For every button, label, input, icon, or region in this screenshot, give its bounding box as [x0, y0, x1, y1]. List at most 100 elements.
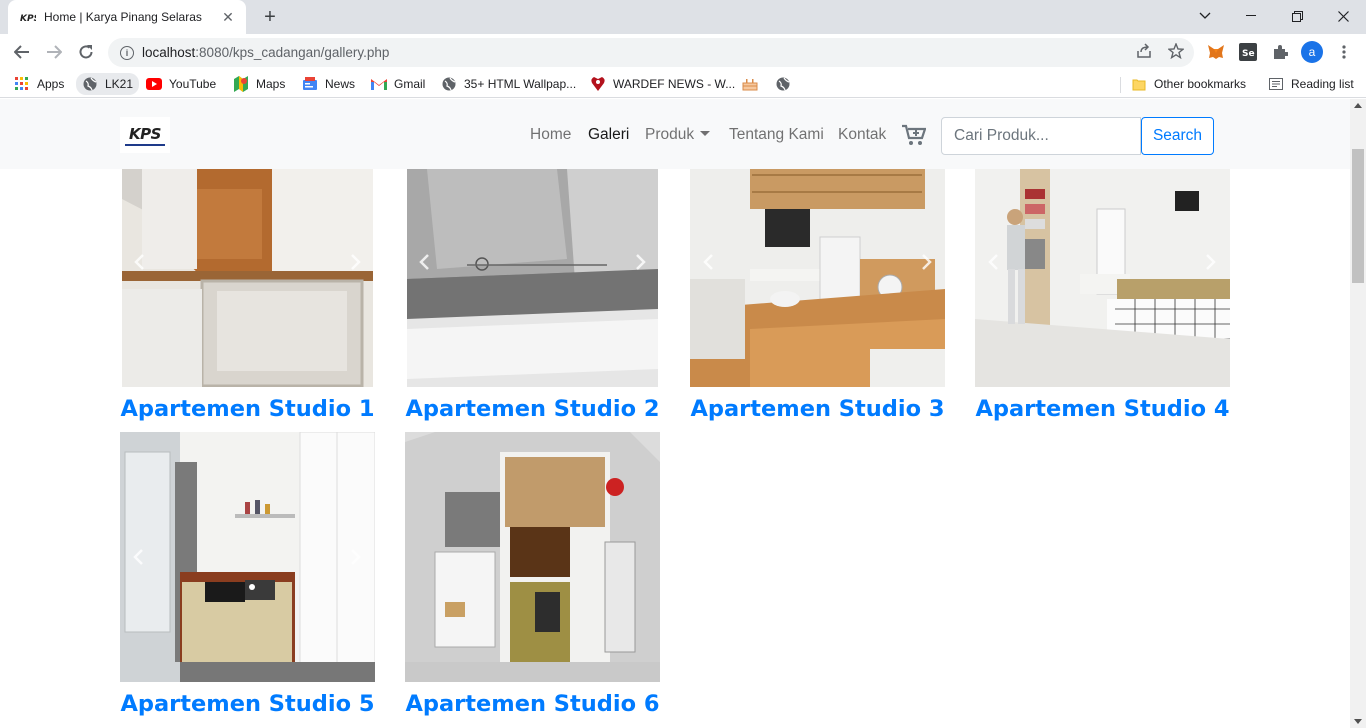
cake-icon	[742, 76, 758, 92]
bookmark-cake[interactable]	[742, 75, 765, 93]
nav-kontak[interactable]: Kontak	[838, 126, 886, 144]
forward-icon[interactable]	[42, 40, 66, 64]
gallery-caption-6[interactable]: Apartemen Studio 6	[405, 691, 660, 717]
wardef-icon	[590, 76, 606, 92]
url-host: localhost	[142, 45, 196, 60]
apps-grid-icon	[14, 76, 30, 92]
nav-produk-label: Produk	[645, 126, 695, 143]
bookmark-globe[interactable]	[775, 75, 798, 93]
browser-tab[interactable]: KPS Home | Karya Pinang Selaras ✕	[8, 0, 246, 34]
nav-tentang-kami[interactable]: Tentang Kami	[729, 126, 824, 144]
tab-close-icon[interactable]: ✕	[220, 9, 236, 26]
gallery-caption-2[interactable]: Apartemen Studio 2	[405, 396, 660, 422]
gallery-image-4	[975, 169, 1230, 387]
bookmark-youtube[interactable]: YouTube	[146, 75, 216, 93]
news-icon	[302, 76, 318, 92]
reading-list-icon	[1268, 76, 1284, 92]
gallery-caption-3[interactable]: Apartemen Studio 3	[690, 396, 945, 422]
browser-tabstrip: KPS Home | Karya Pinang Selaras ✕ +	[0, 0, 1366, 34]
svg-text:KPS: KPS	[20, 14, 36, 22]
gallery-image-6	[405, 432, 660, 682]
address-bar[interactable]: i localhost:8080/kps_cadangan/gallery.ph…	[108, 38, 1194, 67]
carousel-prev-icon[interactable]	[700, 253, 718, 271]
search-input[interactable]	[941, 117, 1141, 155]
search-button[interactable]: Search	[1141, 117, 1214, 155]
bookmark-label: WARDEF NEWS - W...	[613, 77, 736, 91]
bookmark-apps[interactable]: Apps	[14, 75, 64, 93]
other-bookmarks[interactable]: Other bookmarks	[1131, 75, 1246, 93]
reading-list[interactable]: Reading list	[1268, 75, 1354, 93]
chrome-menu-icon[interactable]	[1334, 42, 1354, 62]
bookmark-label: Gmail	[394, 77, 426, 91]
bookmark-label: Reading list	[1291, 77, 1354, 91]
bookmark-star-icon[interactable]	[1167, 42, 1185, 63]
bookmark-label: 35+ HTML Wallpap...	[464, 77, 577, 91]
gallery-image-2	[407, 169, 658, 387]
scroll-up-icon[interactable]	[1354, 103, 1362, 108]
bookmark-news[interactable]: News	[302, 75, 355, 93]
carousel-next-icon[interactable]	[346, 253, 364, 271]
site-favicon-icon: KPS	[20, 9, 36, 25]
bookmark-lk21[interactable]: LK21	[76, 73, 140, 95]
cart-plus-icon[interactable]	[902, 124, 927, 146]
carousel-next-icon[interactable]	[631, 253, 649, 271]
gallery-image-1	[122, 169, 373, 387]
gmail-icon	[371, 76, 387, 92]
gallery-caption-1[interactable]: Apartemen Studio 1	[120, 396, 375, 422]
folder-icon	[1131, 76, 1147, 92]
nav-home[interactable]: Home	[530, 126, 571, 144]
profile-avatar[interactable]: a	[1301, 41, 1323, 63]
carousel-next-icon[interactable]	[1201, 253, 1219, 271]
new-tab-button[interactable]: +	[258, 5, 282, 29]
gallery-caption-4[interactable]: Apartemen Studio 4	[975, 396, 1230, 422]
bookmark-label: Apps	[37, 77, 65, 91]
browser-toolbar: i localhost:8080/kps_cadangan/gallery.ph…	[0, 34, 1366, 70]
brand-logo[interactable]: KPS	[120, 117, 170, 153]
carousel-prev-icon[interactable]	[416, 253, 434, 271]
carousel-prev-icon[interactable]	[131, 253, 149, 271]
globe-icon	[82, 76, 98, 92]
page-scrollbar[interactable]	[1350, 99, 1366, 728]
bookmark-wallpaper[interactable]: 35+ HTML Wallpap...	[441, 75, 576, 93]
carousel-next-icon[interactable]	[346, 548, 364, 566]
tab-search-chevron-icon[interactable]	[1182, 0, 1228, 32]
minimize-icon[interactable]	[1228, 0, 1274, 32]
gallery-caption-5[interactable]: Apartemen Studio 5	[120, 691, 375, 717]
bookmark-label: News	[325, 77, 356, 91]
gallery-image-3	[690, 169, 945, 387]
gallery-image-5	[120, 432, 375, 682]
globe-icon	[441, 76, 457, 92]
site-navbar: KPS Home Galeri Produk Tentang Kami Kont…	[0, 99, 1350, 169]
extensions-puzzle-icon[interactable]	[1270, 42, 1290, 62]
bookmark-maps[interactable]: Maps	[233, 75, 285, 93]
metamask-extension-icon[interactable]	[1206, 42, 1226, 62]
bookmark-label: Other bookmarks	[1154, 77, 1247, 91]
carousel-next-icon[interactable]	[917, 253, 935, 271]
carousel-prev-icon[interactable]	[985, 253, 1003, 271]
scroll-down-icon[interactable]	[1354, 719, 1362, 724]
youtube-icon	[146, 76, 162, 92]
site-info-icon[interactable]: i	[120, 45, 134, 60]
back-icon[interactable]	[10, 40, 34, 64]
tab-title: Home | Karya Pinang Selaras	[44, 10, 202, 24]
maps-icon	[233, 76, 249, 92]
restore-icon[interactable]	[1274, 0, 1320, 32]
close-window-icon[interactable]	[1320, 0, 1366, 32]
scrollbar-thumb[interactable]	[1352, 149, 1364, 283]
nav-galeri[interactable]: Galeri	[588, 126, 629, 144]
globe-icon	[775, 76, 791, 92]
bookmarks-bar: Apps LK21 YouTube Maps News Gmail 35+ HT…	[0, 70, 1366, 98]
bookmark-label: YouTube	[169, 77, 217, 91]
svg-text:Se: Se	[1242, 49, 1255, 59]
bookmark-label: Maps	[256, 77, 286, 91]
share-icon[interactable]	[1136, 43, 1152, 63]
bookmark-gmail[interactable]: Gmail	[371, 75, 425, 93]
nav-produk[interactable]: Produk	[645, 126, 711, 144]
carousel-prev-icon[interactable]	[130, 548, 148, 566]
bookmarks-divider	[1120, 77, 1121, 93]
url-path: :8080/kps_cadangan/gallery.php	[195, 45, 390, 60]
brand-text: KPS	[129, 124, 161, 143]
bookmark-wardef[interactable]: WARDEF NEWS - W...	[590, 75, 735, 93]
selenium-extension-icon[interactable]: Se	[1238, 42, 1258, 62]
reload-icon[interactable]	[74, 40, 98, 64]
